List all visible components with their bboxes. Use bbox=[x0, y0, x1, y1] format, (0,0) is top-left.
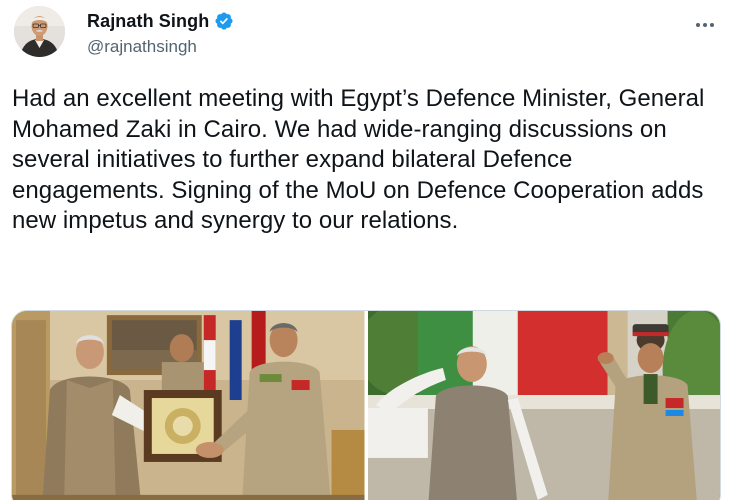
author-handle[interactable]: @rajnathsingh bbox=[87, 38, 234, 55]
avatar-image bbox=[14, 6, 65, 57]
tweet-text: Had an excellent meeting with Egypt’s De… bbox=[12, 85, 705, 234]
photo-salute-ceremony[interactable] bbox=[367, 311, 720, 500]
author-display-name[interactable]: Rajnath Singh bbox=[87, 12, 209, 30]
author-names: Rajnath Singh @rajnathsingh bbox=[87, 11, 234, 55]
avatar[interactable] bbox=[14, 6, 65, 57]
verified-badge-icon bbox=[214, 11, 234, 31]
more-horizontal-icon[interactable] bbox=[692, 12, 718, 38]
name-row: Rajnath Singh bbox=[87, 11, 234, 31]
media-grid bbox=[11, 310, 721, 500]
photo-meeting-handshake[interactable] bbox=[12, 311, 365, 500]
tweet-header: Rajnath Singh @rajnathsingh bbox=[14, 6, 720, 66]
tweet: Rajnath Singh @rajnathsingh Had an excel… bbox=[0, 0, 732, 500]
